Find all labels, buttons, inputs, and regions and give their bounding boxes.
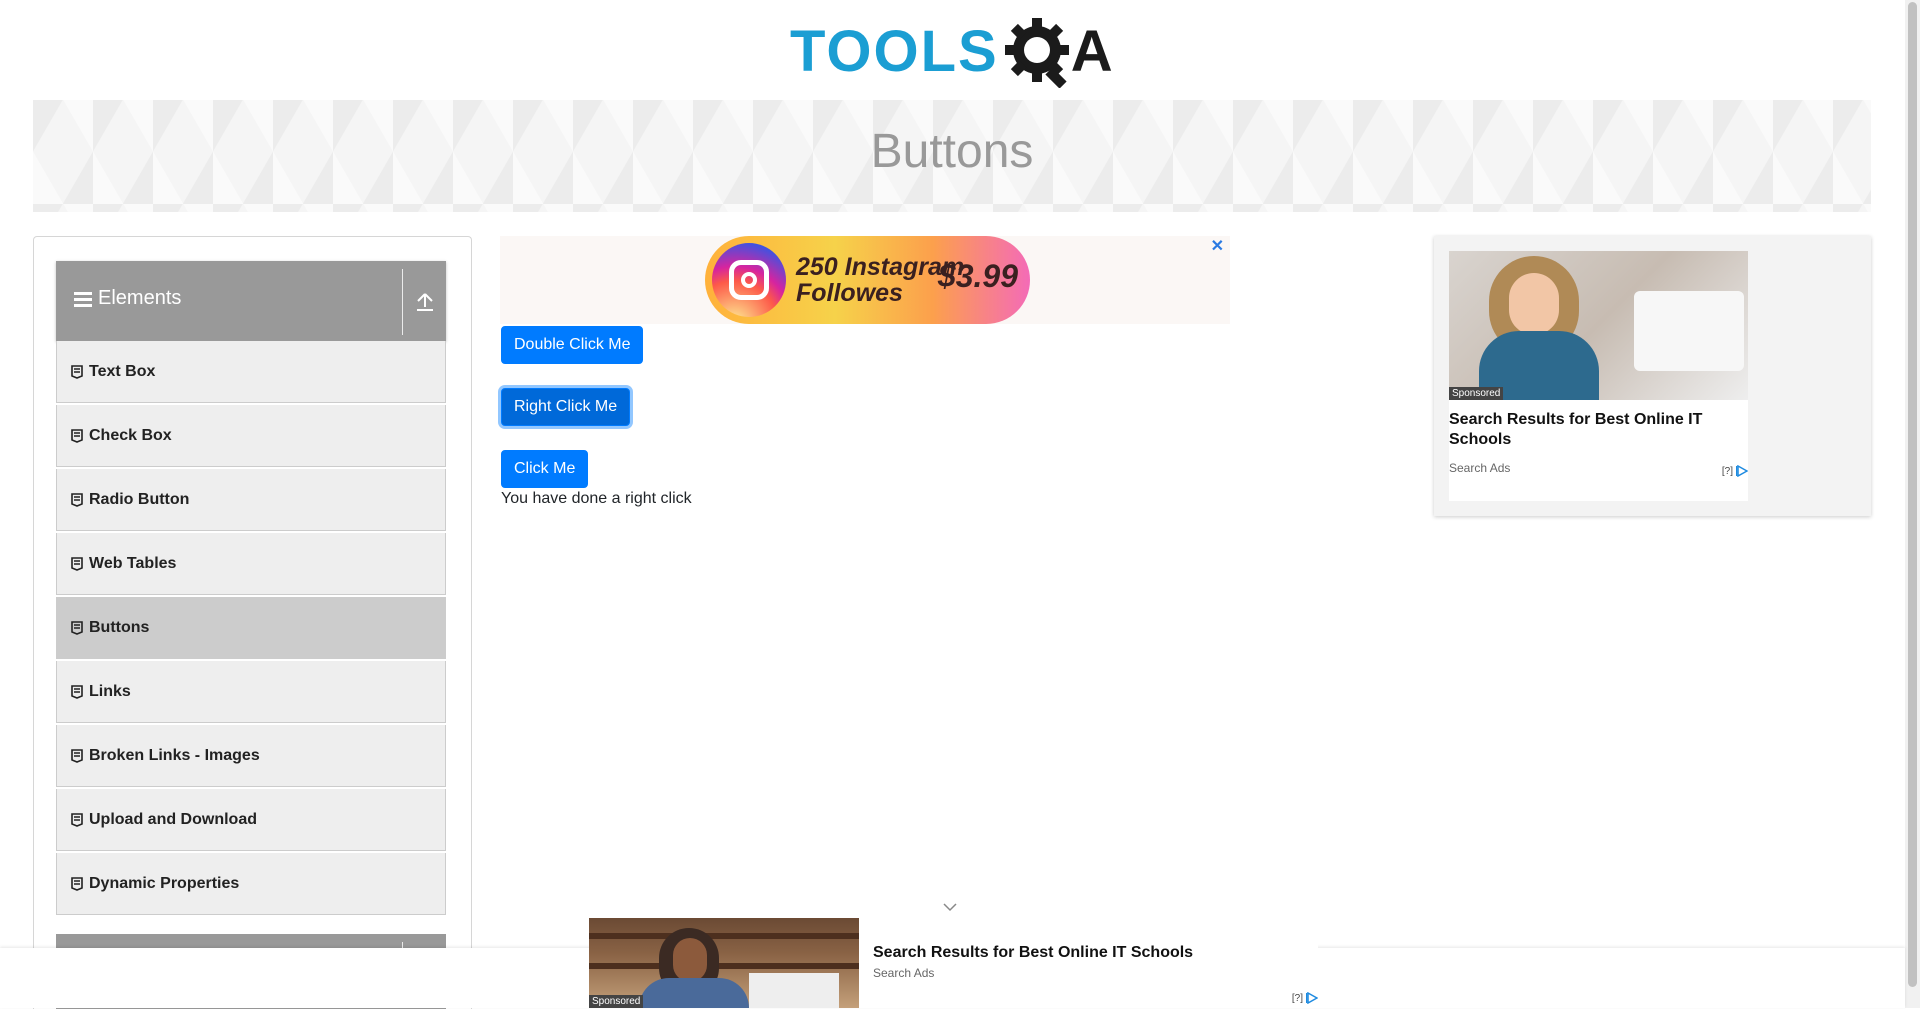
elements-menu: Text Box Check Box Radio Button Web Tables B…	[56, 341, 446, 917]
sidebar-ad[interactable]: Sponsored Search Results for Best Online…	[1434, 236, 1871, 516]
instagram-ad[interactable]: 250 Instagram Followes $3.99 ✕	[500, 236, 1230, 324]
right-click-message: You have done a right click	[501, 490, 692, 507]
page-title: Buttons	[870, 125, 1034, 178]
logo-word: TOOLS	[790, 19, 999, 84]
file-icon	[71, 364, 83, 379]
site-header: TOOLS A	[0, 0, 1905, 100]
ad-image[interactable]: Sponsored	[1449, 251, 1748, 400]
ad-image[interactable]: Sponsored	[589, 918, 859, 1008]
sidebar-item-label: Buttons	[89, 618, 150, 636]
sidebar-item-radio-button[interactable]: Radio Button	[56, 469, 446, 531]
double-click-button[interactable]: Double Click Me	[501, 326, 644, 364]
sidebar-item-buttons[interactable]: Buttons	[56, 597, 446, 659]
sidebar-item-label: Radio Button	[89, 490, 190, 508]
adchoices[interactable]: [?]	[1722, 465, 1748, 477]
ad-pill: 250 Instagram Followes $3.99	[705, 236, 1030, 324]
sidebar-item-label: Dynamic Properties	[89, 874, 240, 892]
collapse-up-icon[interactable]	[412, 289, 438, 315]
bottom-ad[interactable]: Sponsored Search Results for Best Online…	[589, 903, 1318, 1008]
group-header-elements[interactable]: Elements	[56, 261, 446, 341]
ad-source: Search Ads	[873, 966, 935, 980]
sidebar-item-label: Check Box	[89, 426, 172, 444]
file-icon	[71, 492, 83, 507]
file-icon	[71, 556, 83, 571]
close-icon[interactable]: ✕	[1211, 236, 1224, 256]
toolsqa-logo[interactable]: TOOLS A	[790, 14, 1120, 90]
sidebar-item-text-box[interactable]: Text Box	[56, 341, 446, 403]
page-banner: Buttons	[33, 100, 1871, 212]
ad-headline[interactable]: Search Results for Best Online IT School…	[1449, 410, 1739, 450]
ad-card[interactable]: Sponsored Search Results for Best Online…	[1449, 251, 1748, 501]
scrollbar-thumb[interactable]	[1908, 2, 1917, 987]
gear-icon	[1004, 18, 1069, 88]
page-scrollbar[interactable]	[1905, 0, 1920, 1008]
file-icon	[71, 428, 83, 443]
sponsored-badge: Sponsored	[589, 995, 644, 1008]
logo-letter: A	[1070, 19, 1113, 84]
right-click-button[interactable]: Right Click Me	[501, 388, 631, 426]
adchoice-help[interactable]: [?]	[1292, 993, 1303, 1004]
adchoices[interactable]: [?]	[1292, 992, 1318, 1004]
group-title-text: Elements	[98, 287, 182, 309]
sidebar: Elements Text Box Check Box Radio Button We…	[33, 236, 472, 1009]
ad-source: Search Ads	[1449, 461, 1511, 475]
sidebar-item-label: Links	[89, 682, 131, 700]
click-me-button[interactable]: Click Me	[501, 450, 589, 488]
header-divider	[402, 269, 403, 335]
ad-price: $3.99	[937, 258, 1018, 294]
sidebar-item-upload-and-download[interactable]: Upload and Download	[56, 789, 446, 851]
sponsored-badge: Sponsored	[1449, 387, 1504, 400]
sidebar-item-label: Upload and Download	[89, 810, 257, 828]
sidebar-item-broken-links-images[interactable]: Broken Links - Images	[56, 725, 446, 787]
sidebar-item-label: Broken Links - Images	[89, 746, 260, 764]
group-title: Elements	[74, 287, 181, 310]
instagram-icon	[712, 243, 786, 317]
sidebar-item-dynamic-properties[interactable]: Dynamic Properties	[56, 853, 446, 915]
adchoices-icon[interactable]	[1306, 992, 1318, 1004]
sidebar-item-label: Web Tables	[89, 554, 177, 572]
hamburger-icon	[74, 291, 92, 307]
adchoices-icon[interactable]	[1736, 465, 1748, 477]
file-icon	[71, 812, 83, 827]
file-icon	[71, 684, 83, 699]
sidebar-item-label: Text Box	[89, 362, 156, 380]
sidebar-item-check-box[interactable]: Check Box	[56, 405, 446, 467]
sidebar-item-links[interactable]: Links	[56, 661, 446, 723]
adchoice-help[interactable]: [?]	[1722, 466, 1733, 477]
sidebar-item-web-tables[interactable]: Web Tables	[56, 533, 446, 595]
file-icon	[71, 748, 83, 763]
file-icon	[71, 620, 83, 635]
chevron-down-icon[interactable]	[941, 900, 959, 914]
ad-headline[interactable]: Search Results for Best Online IT School…	[873, 944, 1193, 962]
file-icon	[71, 876, 83, 891]
